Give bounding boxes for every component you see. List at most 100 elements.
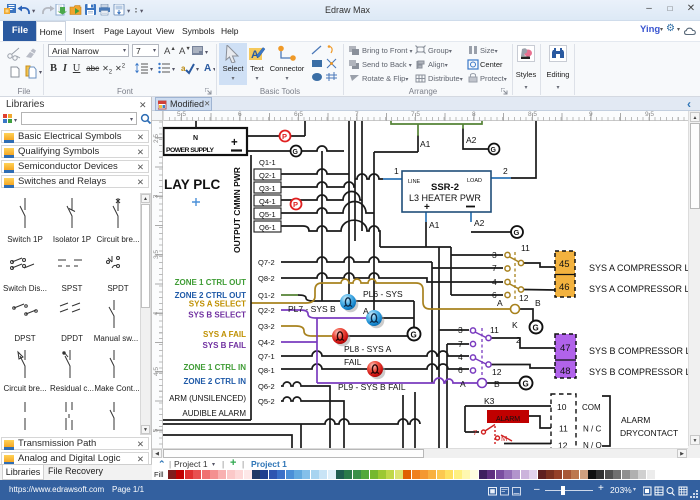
svg-text:Isolator 1P: Isolator 1P <box>53 235 91 244</box>
svg-text:DPST: DPST <box>14 334 35 343</box>
svg-text:Q5-1: Q5-1 <box>259 210 276 219</box>
svg-text:L3 HEATER PWR: L3 HEATER PWR <box>409 193 481 203</box>
svg-text:▾: ▾ <box>213 67 215 73</box>
svg-text:Q8-1: Q8-1 <box>258 366 275 375</box>
svg-text:P: P <box>293 200 298 209</box>
svg-text:Q1-1: Q1-1 <box>259 158 276 167</box>
svg-text:12: 12 <box>519 293 529 303</box>
svg-text:SYS A COMPRESSOR L: SYS A COMPRESSOR L <box>589 284 688 294</box>
svg-text:G: G <box>523 380 529 389</box>
svg-text:▾: ▾ <box>140 8 144 15</box>
svg-text:Q7-2: Q7-2 <box>258 258 275 267</box>
svg-text:G: G <box>293 149 299 156</box>
svg-text:Circuit bre...: Circuit bre... <box>3 384 46 393</box>
svg-text:45: 45 <box>559 259 570 270</box>
svg-text:Circuit bre...: Circuit bre... <box>96 235 139 244</box>
svg-text:Q4-2: Q4-2 <box>258 338 275 347</box>
svg-text:a: a <box>181 64 186 73</box>
svg-text:A2: A2 <box>474 218 485 228</box>
svg-text:Q3-2: Q3-2 <box>258 322 275 331</box>
svg-text:2: 2 <box>503 166 508 176</box>
svg-text:SPDT: SPDT <box>107 284 128 293</box>
svg-text:DRYCONTACT: DRYCONTACT <box>620 428 678 438</box>
svg-text:DPDT: DPDT <box>61 334 83 343</box>
svg-text:LINE: LINE <box>408 179 421 185</box>
svg-text:PL9 - SYS B FAIL: PL9 - SYS B FAIL <box>338 382 406 392</box>
svg-text:Q8-2: Q8-2 <box>258 274 275 283</box>
svg-text:PL8 - SYS A: PL8 - SYS A <box>344 344 392 354</box>
svg-text:A: A <box>363 306 369 316</box>
svg-text:ZONE 2 CTRL IN: ZONE 2 CTRL IN <box>183 377 246 386</box>
svg-text:SSR-2: SSR-2 <box>431 182 459 193</box>
svg-text:SYS B FAIL: SYS B FAIL <box>202 341 246 350</box>
svg-text:M: M <box>501 434 507 443</box>
svg-text:POWER SUPPLY: POWER SUPPLY <box>166 147 214 154</box>
svg-text:ALARM: ALARM <box>496 416 520 423</box>
svg-text:3: 3 <box>458 325 463 335</box>
svg-text:SYS A COMPRESSOR L: SYS A COMPRESSOR L <box>589 263 688 273</box>
svg-text:7: 7 <box>458 339 463 349</box>
svg-text:A2: A2 <box>466 135 477 145</box>
svg-text:AUDIBLE ALARM: AUDIBLE ALARM <box>182 409 246 418</box>
svg-text:▾: ▾ <box>127 8 131 15</box>
svg-text:K: K <box>512 320 518 330</box>
svg-text:6: 6 <box>458 365 463 375</box>
svg-text:ALARM: ALARM <box>621 415 650 425</box>
svg-text:N / O: N / O <box>583 441 602 448</box>
svg-text:B: B <box>535 298 541 308</box>
svg-text:SYS A SELECT: SYS A SELECT <box>189 300 246 309</box>
svg-text:Switch Dis...: Switch Dis... <box>3 284 47 293</box>
svg-text:▾: ▾ <box>150 67 153 73</box>
svg-text:11: 11 <box>490 325 499 335</box>
svg-text:12: 12 <box>558 441 568 449</box>
svg-text:G: G <box>411 331 417 340</box>
svg-text:ZONE 1 CTRL OUT: ZONE 1 CTRL OUT <box>175 278 247 287</box>
svg-text:46: 46 <box>559 282 570 293</box>
svg-text:+: + <box>424 202 430 213</box>
svg-text:SYS B COMPRESSOR L: SYS B COMPRESSOR L <box>589 367 688 377</box>
svg-text:P: P <box>282 132 287 141</box>
svg-text:A: A <box>460 379 466 389</box>
svg-text:SYS A FAIL: SYS A FAIL <box>203 330 246 339</box>
svg-text:Q5-2: Q5-2 <box>258 397 275 406</box>
svg-text:3: 3 <box>492 250 497 260</box>
svg-text:7: 7 <box>473 428 477 437</box>
svg-text:G: G <box>491 147 497 154</box>
svg-text:▾: ▾ <box>14 118 17 124</box>
svg-text:LAY PLC: LAY PLC <box>164 177 221 192</box>
svg-text:K3: K3 <box>484 396 495 406</box>
svg-text:SYS B COMPRESSOR L: SYS B COMPRESSOR L <box>589 346 688 356</box>
svg-text:Switch 1P: Switch 1P <box>7 235 43 244</box>
svg-text:N: N <box>193 135 198 142</box>
svg-text:G: G <box>533 324 539 333</box>
svg-text:PL7 - SYS B: PL7 - SYS B <box>288 304 336 314</box>
svg-text:A: A <box>204 63 211 74</box>
svg-text:ARM (UNSILENCED): ARM (UNSILENCED) <box>169 394 246 403</box>
svg-text:4: 4 <box>492 277 497 287</box>
svg-text:Q3-1: Q3-1 <box>259 184 276 193</box>
svg-text:B: B <box>494 379 500 389</box>
svg-text:▾: ▾ <box>39 70 42 76</box>
svg-text:10: 10 <box>557 402 567 412</box>
svg-text:A: A <box>497 298 503 308</box>
svg-text:7: 7 <box>492 263 497 273</box>
svg-text:48: 48 <box>560 366 571 377</box>
svg-text:N / C: N / C <box>583 425 601 434</box>
svg-text:Q6-1: Q6-1 <box>259 223 276 232</box>
svg-text:ZONE 1 CTRL IN: ZONE 1 CTRL IN <box>183 363 246 372</box>
svg-text:Q2-1: Q2-1 <box>259 171 276 180</box>
svg-text:Q1-2: Q1-2 <box>258 291 275 300</box>
svg-text:A1: A1 <box>429 220 440 230</box>
svg-text:12: 12 <box>492 367 502 377</box>
svg-text:▾: ▾ <box>196 67 199 73</box>
svg-text:Q7-1: Q7-1 <box>258 352 275 361</box>
svg-text:Make Cont...: Make Cont... <box>94 384 139 393</box>
svg-text:SPST: SPST <box>62 284 83 293</box>
svg-text:PL6 - SYS: PL6 - SYS <box>363 289 403 299</box>
svg-text:OUTPUT CMMN PWR: OUTPUT CMMN PWR <box>232 167 242 253</box>
svg-text:Residual c...: Residual c... <box>50 384 94 393</box>
svg-text:Manual sw...: Manual sw... <box>94 334 138 343</box>
svg-text:▾: ▾ <box>172 67 175 73</box>
svg-text:▾: ▾ <box>32 8 36 15</box>
svg-text:FAIL: FAIL <box>344 357 362 367</box>
